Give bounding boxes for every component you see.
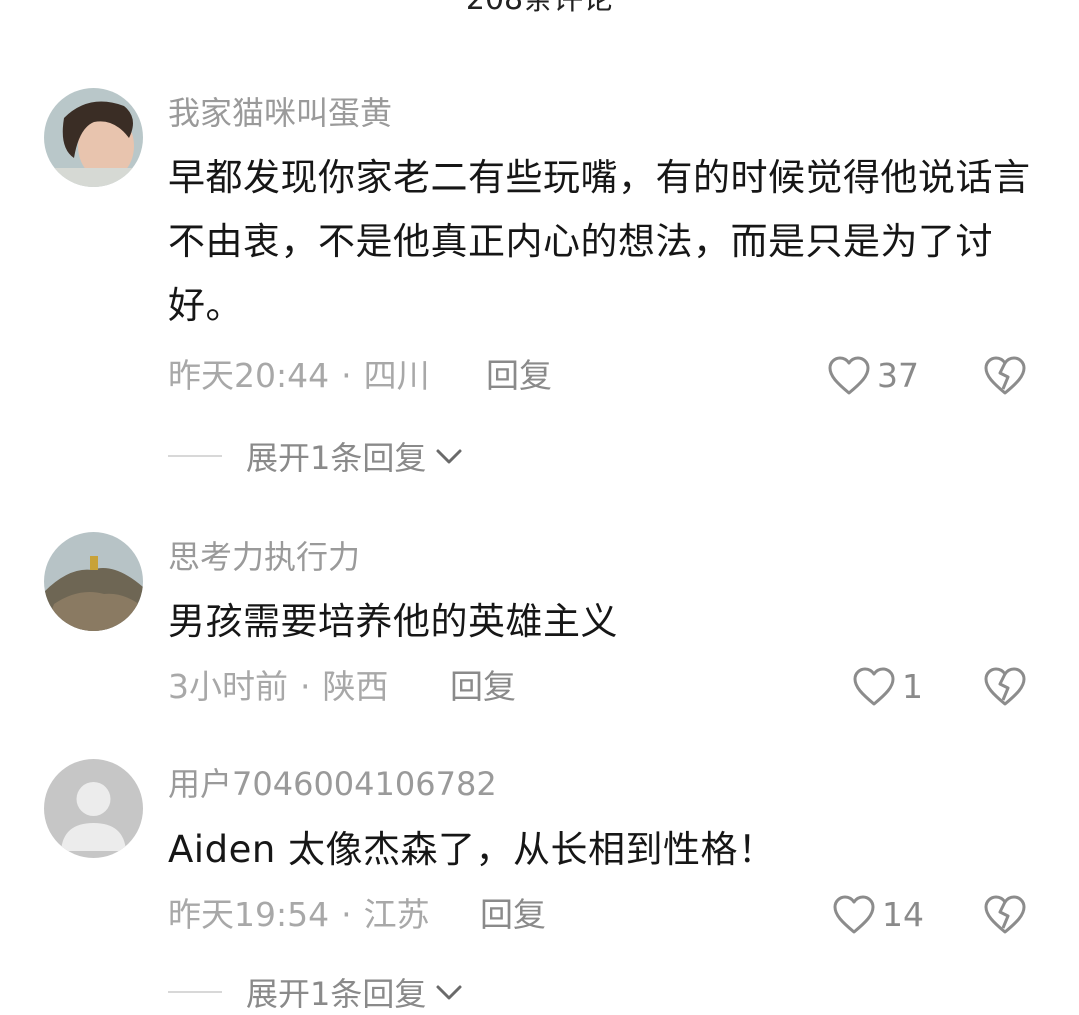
chevron-down-icon [426,446,464,466]
avatar[interactable] [44,532,143,631]
expand-divider-line [168,455,222,457]
like-count: 1 [902,667,923,706]
reply-button[interactable]: 回复 [486,356,552,396]
heart-outline-icon [832,894,876,936]
comment-time: 昨天19:54 [168,895,330,934]
comment-time: 昨天20:44 [168,356,330,395]
like-count: 14 [882,895,924,934]
dislike-button[interactable] [983,355,1027,397]
reply-button[interactable]: 回复 [480,895,546,935]
broken-heart-icon [983,355,1027,397]
like-button[interactable]: 1 [852,664,923,710]
comment-text: 男孩需要培养他的英雄主义 [168,600,618,643]
comment-meta: 昨天19:54 · 江苏 [168,895,430,935]
comment-location: 陕西 [322,667,389,706]
broken-heart-icon [983,894,1027,936]
chevron-down-icon [426,982,464,1002]
comment-text: Aiden 太像杰森了，从长相到性格！ [168,828,776,871]
broken-heart-icon [983,666,1027,708]
expand-replies-label: 展开1条回复 [246,975,427,1013]
username[interactable]: 思考力执行力 [168,537,360,577]
expand-replies-label: 展开1条回复 [246,439,427,477]
dislike-button[interactable] [983,666,1027,708]
expand-replies-button[interactable]: 展开1条回复 [168,972,464,1013]
comment-count-title: 208条评论 [0,0,1079,16]
separator-dot: · [300,667,311,706]
like-button[interactable]: 37 [827,353,919,399]
avatar[interactable] [44,88,143,187]
username[interactable]: 我家猫咪叫蛋黄 [168,93,392,133]
comment-meta: 3小时前 · 陕西 [168,667,389,707]
dislike-button[interactable] [983,894,1027,936]
heart-outline-icon [827,355,871,397]
avatar[interactable] [44,759,143,858]
comment-time: 3小时前 [168,667,288,706]
like-button[interactable]: 14 [832,892,924,938]
username[interactable]: 用户7046004106782 [168,764,497,804]
comment-text: 早都发现你家老二有些玩嘴，有的时候觉得他说话言不由衷，不是他真正内心的想法，而是… [168,156,1031,327]
comment-location: 四川 [363,356,430,395]
separator-dot: · [341,356,352,395]
separator-dot: · [341,895,352,934]
comment-meta: 昨天20:44 · 四川 [168,356,430,396]
comment-location: 江苏 [363,895,430,934]
heart-outline-icon [852,666,896,708]
reply-button[interactable]: 回复 [450,667,516,707]
like-count: 37 [877,356,919,395]
expand-replies-button[interactable]: 展开1条回复 [168,436,464,477]
